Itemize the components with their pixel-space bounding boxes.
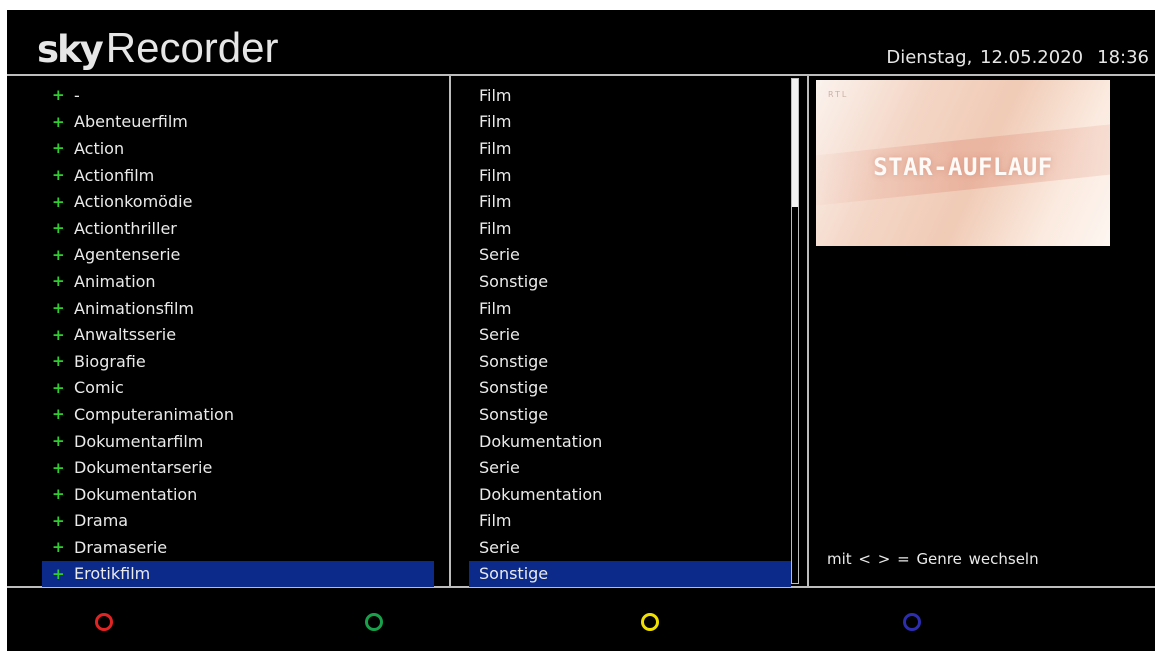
- genre-row[interactable]: + Actionfilm: [42, 162, 434, 189]
- scrollbar[interactable]: [791, 78, 799, 584]
- genre-type[interactable]: Film: [469, 162, 791, 189]
- genre-row[interactable]: + Dokumentation: [42, 481, 434, 508]
- genre-name: Animation: [74, 271, 156, 291]
- genre-row[interactable]: + Animation: [42, 268, 434, 295]
- genre-type[interactable]: Serie: [469, 321, 791, 348]
- genre-row[interactable]: + Actionthriller: [42, 215, 434, 242]
- genre-row[interactable]: + Dokumentarserie: [42, 454, 434, 481]
- plus-icon: +: [52, 245, 65, 264]
- genre-name: Anwaltsserie: [74, 325, 177, 345]
- genre-type[interactable]: Serie: [469, 454, 791, 481]
- genre-type[interactable]: Sonstige: [469, 560, 791, 588]
- recorder-title: Recorder: [105, 24, 279, 71]
- hint-text: mit < > = Genre wechseln: [827, 550, 1039, 568]
- header-divider: [7, 74, 1155, 76]
- date-time: Dienstag, 12.05.2020 18:36: [886, 47, 1149, 68]
- genre-type[interactable]: Sonstige: [469, 348, 791, 375]
- plus-icon: +: [52, 352, 65, 371]
- genre-name: Action: [74, 138, 125, 158]
- genre-type[interactable]: Dokumentation: [469, 481, 791, 508]
- genre-name: Dramaserie: [74, 537, 168, 557]
- sky-recorder-logo: sky Recorder: [37, 24, 279, 74]
- preview-image: RTL STAR-AUFLAUF: [816, 80, 1110, 246]
- genre-row[interactable]: + Dramaserie: [42, 534, 434, 561]
- genre-row[interactable]: + Drama: [42, 508, 434, 535]
- genre-row[interactable]: + Animationsfilm: [42, 295, 434, 322]
- plus-icon: +: [52, 325, 65, 344]
- plus-icon: +: [52, 272, 65, 291]
- plus-icon: +: [52, 299, 65, 318]
- genre-row[interactable]: + Dokumentarfilm: [42, 428, 434, 455]
- yellow-button[interactable]: [641, 613, 659, 631]
- genre-name: Dokumentarfilm: [74, 431, 204, 451]
- plus-icon: +: [52, 405, 65, 424]
- plus-icon: +: [52, 458, 65, 477]
- genre-row[interactable]: + -: [42, 82, 434, 109]
- genre-type[interactable]: Serie: [469, 242, 791, 269]
- plus-icon: +: [52, 538, 65, 557]
- plus-icon: +: [52, 139, 65, 158]
- genre-type[interactable]: Film: [469, 295, 791, 322]
- blue-button[interactable]: [903, 613, 921, 631]
- genre-name: Computeranimation: [74, 404, 234, 424]
- sky-logo: sky: [37, 28, 104, 71]
- genre-type[interactable]: Film: [469, 135, 791, 162]
- genre-type[interactable]: Serie: [469, 534, 791, 561]
- scrollbar-thumb[interactable]: [792, 79, 798, 207]
- genre-name: Actionthriller: [74, 218, 177, 238]
- genre-name: Biografie: [74, 351, 146, 371]
- date-label: Dienstag, 12.05.2020: [886, 47, 1084, 68]
- genre-row[interactable]: + Agentenserie: [42, 242, 434, 269]
- genre-type[interactable]: Film: [469, 215, 791, 242]
- genre-type[interactable]: Sonstige: [469, 375, 791, 402]
- column-divider-1: [449, 74, 451, 586]
- plus-icon: +: [52, 192, 65, 211]
- genre-type[interactable]: Dokumentation: [469, 428, 791, 455]
- genre-row[interactable]: + Erotikfilm: [42, 560, 434, 588]
- genre-type[interactable]: Film: [469, 188, 791, 215]
- genre-name: Agentenserie: [74, 245, 181, 265]
- genre-row[interactable]: + Action: [42, 135, 434, 162]
- genre-type-list[interactable]: Film Film Film Film Film Film Serie Sonstige Fil…: [469, 82, 791, 588]
- plus-icon: +: [52, 485, 65, 504]
- genre-type[interactable]: Film: [469, 109, 791, 136]
- genre-name: -: [74, 85, 80, 105]
- genre-name: Comic: [74, 378, 124, 398]
- red-button[interactable]: [95, 613, 113, 631]
- genre-row[interactable]: + Actionkomödie: [42, 188, 434, 215]
- column-divider-2: [807, 74, 809, 586]
- genre-type[interactable]: Sonstige: [469, 268, 791, 295]
- genre-type[interactable]: Film: [469, 508, 791, 535]
- preview-title: STAR-AUFLAUF: [873, 153, 1053, 181]
- green-button[interactable]: [365, 613, 383, 631]
- genre-name: Actionkomödie: [74, 192, 193, 212]
- genre-type[interactable]: Sonstige: [469, 401, 791, 428]
- genre-name: Animationsfilm: [74, 298, 195, 318]
- time-label: 18:36: [1097, 47, 1149, 68]
- plus-icon: +: [52, 112, 65, 131]
- genre-row[interactable]: + Anwaltsserie: [42, 321, 434, 348]
- genre-type[interactable]: Film: [469, 82, 791, 109]
- plus-icon: +: [52, 86, 65, 105]
- recorder-screen: sky Recorder Dienstag, 12.05.2020 18:36 +…: [7, 10, 1155, 651]
- genre-row[interactable]: + Biografie: [42, 348, 434, 375]
- genre-name: Abenteuerfilm: [74, 112, 188, 132]
- genre-name: Dokumentarserie: [74, 458, 213, 478]
- plus-icon: +: [52, 166, 65, 185]
- plus-icon: +: [52, 511, 65, 530]
- plus-icon: +: [52, 219, 65, 238]
- plus-icon: +: [52, 432, 65, 451]
- genre-name: Dokumentation: [74, 484, 198, 504]
- channel-watermark: RTL: [828, 90, 849, 99]
- genre-row[interactable]: + Computeranimation: [42, 401, 434, 428]
- plus-icon: +: [52, 564, 65, 583]
- genre-list[interactable]: + - + Abenteuerfilm + Action + Actionfilm + Actio…: [42, 82, 434, 588]
- genre-name: Actionfilm: [74, 165, 155, 185]
- genre-name: Erotikfilm: [74, 564, 151, 584]
- genre-row[interactable]: + Comic: [42, 375, 434, 402]
- genre-row[interactable]: + Abenteuerfilm: [42, 109, 434, 136]
- plus-icon: +: [52, 378, 65, 397]
- genre-name: Drama: [74, 511, 129, 531]
